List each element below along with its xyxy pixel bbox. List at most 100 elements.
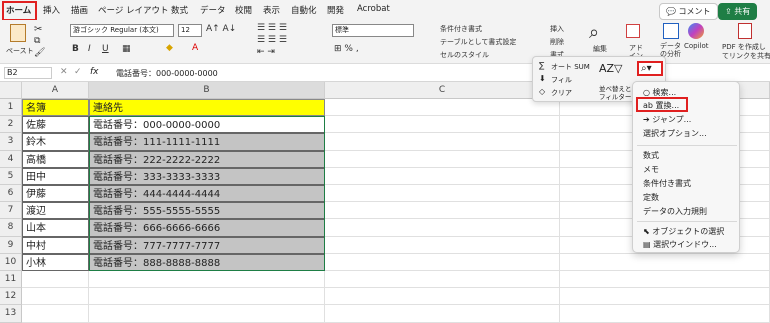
fill-button[interactable]: フィル [551, 75, 572, 85]
menu-jump[interactable]: ➔ ジャンプ... [643, 114, 691, 125]
cell[interactable] [325, 133, 560, 151]
cut-icon[interactable]: ✂ [34, 24, 42, 35]
row-header[interactable]: 9 [0, 236, 22, 254]
tab-acrobat[interactable]: Acrobat [357, 4, 390, 14]
italic-button[interactable]: I [88, 44, 91, 54]
cond-format-button[interactable]: 条件付き書式 [440, 24, 482, 34]
search-icon[interactable]: ⌕ [589, 22, 599, 43]
tab-insert[interactable]: 挿入 [43, 4, 60, 16]
menu-validation[interactable]: データの入力規則 [643, 206, 707, 217]
contact-cell[interactable]: 電話番号：555-5555-5555 [89, 202, 325, 220]
cell[interactable] [325, 116, 560, 134]
row-header[interactable]: 5 [0, 167, 22, 185]
menu-notes[interactable]: メモ [643, 164, 659, 175]
column-header-a[interactable]: A [22, 82, 89, 99]
cell[interactable] [325, 271, 560, 289]
fill-color-icon[interactable]: ◆ [166, 43, 173, 53]
row-header[interactable]: 10 [0, 253, 22, 271]
cell[interactable] [325, 288, 560, 306]
menu-select-objects[interactable]: ⬉ オブジェクトの選択 [643, 226, 724, 237]
contact-cell[interactable]: 電話番号：000-0000-0000 [89, 116, 325, 134]
autosum-icon[interactable]: ∑ [539, 61, 544, 70]
copy-icon[interactable]: ⧉ [34, 36, 40, 46]
cancel-icon[interactable]: ✕ [60, 67, 68, 77]
cell[interactable] [89, 288, 325, 306]
font-name-select[interactable]: 游ゴシック Regular (本文) [70, 24, 174, 37]
cell[interactable] [22, 271, 89, 289]
tab-formulas[interactable]: 数式 [171, 4, 188, 16]
pdf-icon[interactable] [738, 23, 752, 39]
cell[interactable] [560, 305, 770, 323]
menu-constants[interactable]: 定数 [643, 192, 659, 203]
cell[interactable] [89, 271, 325, 289]
name-cell[interactable]: 渡辺 [22, 202, 89, 220]
cell[interactable] [325, 305, 560, 323]
contact-cell[interactable]: 電話番号：444-4444-4444 [89, 185, 325, 203]
contact-cell[interactable]: 電話番号：333-3333-3333 [89, 167, 325, 185]
font-size-select[interactable]: 12 [178, 24, 202, 37]
tab-review[interactable]: 校閲 [235, 4, 252, 16]
cell[interactable] [325, 253, 560, 271]
row-header[interactable]: 7 [0, 202, 22, 220]
row-header[interactable]: 13 [0, 305, 22, 323]
clear-button[interactable]: クリア [551, 88, 572, 98]
cell-a1[interactable]: 名簿 [22, 99, 89, 117]
contact-cell[interactable]: 電話番号：777-7777-7777 [89, 236, 325, 254]
table-format-button[interactable]: テーブルとして書式設定 [440, 37, 516, 47]
column-header-c[interactable]: C [325, 82, 560, 99]
autosum-button[interactable]: オート SUM [551, 62, 590, 72]
cell[interactable] [325, 150, 560, 168]
column-header-b[interactable]: B [89, 82, 325, 99]
formula-content[interactable]: 電話番号：000-0000-0000 [116, 68, 218, 79]
share-button[interactable]: ⇪ 共有 [718, 3, 758, 20]
name-cell[interactable]: 中村 [22, 236, 89, 254]
number-format-select[interactable]: 標準 [332, 24, 414, 37]
name-cell[interactable]: 佐藤 [22, 116, 89, 134]
fill-icon[interactable]: ⬇ [539, 74, 546, 83]
indent-icon[interactable]: ⇤ ⇥ [257, 47, 275, 57]
tab-page-layout[interactable]: ページ レイアウト [98, 4, 169, 16]
row-header[interactable]: 12 [0, 288, 22, 306]
name-cell[interactable]: 高橋 [22, 150, 89, 168]
cell-b1[interactable]: 連絡先 [89, 99, 325, 117]
cell[interactable] [22, 305, 89, 323]
name-cell[interactable]: 伊藤 [22, 185, 89, 203]
row-header[interactable]: 11 [0, 271, 22, 289]
name-box[interactable]: B2 [4, 67, 52, 79]
name-cell[interactable]: 田中 [22, 167, 89, 185]
select-all-corner[interactable] [0, 82, 22, 99]
tab-developer[interactable]: 開発 [327, 4, 344, 16]
bold-button[interactable]: B [72, 44, 79, 54]
clear-icon[interactable]: ◇ [539, 87, 545, 96]
contact-cell[interactable]: 電話番号：222-2222-2222 [89, 150, 325, 168]
confirm-icon[interactable]: ✓ [74, 67, 82, 77]
delete-cells-button[interactable]: 削除 [550, 37, 564, 47]
cell[interactable] [325, 236, 560, 254]
sort-filter-icon[interactable]: AZ▽ [599, 62, 623, 75]
cell[interactable] [325, 167, 560, 185]
copilot-icon[interactable] [688, 23, 704, 39]
name-cell[interactable]: 山本 [22, 219, 89, 237]
menu-formulas[interactable]: 数式 [643, 150, 659, 161]
row-header[interactable]: 3 [0, 133, 22, 151]
tab-view[interactable]: 表示 [263, 4, 280, 16]
format-painter-icon[interactable]: 🖌 [34, 48, 45, 58]
cell[interactable] [325, 202, 560, 220]
cell[interactable] [22, 288, 89, 306]
cell[interactable] [560, 271, 770, 289]
paste-icon[interactable] [10, 24, 26, 42]
fx-icon[interactable]: fx [90, 67, 99, 77]
contact-cell[interactable]: 電話番号：666-6666-6666 [89, 219, 325, 237]
font-color-icon[interactable]: A [192, 43, 198, 53]
border-icon[interactable]: ▦ [122, 44, 131, 54]
tab-automate[interactable]: 自動化 [291, 4, 317, 16]
cell[interactable] [89, 305, 325, 323]
cell-style-button[interactable]: セルのスタイル [440, 50, 489, 60]
row-header[interactable]: 6 [0, 185, 22, 203]
underline-button[interactable]: U [102, 44, 109, 54]
name-cell[interactable]: 鈴木 [22, 133, 89, 151]
font-grow-icon[interactable]: A↑ A↓ [206, 24, 236, 34]
find-select-button[interactable]: ⌕▾ [637, 61, 663, 76]
menu-select-pane[interactable]: ▤ 選択ウインドウ... [643, 239, 717, 250]
cell[interactable] [560, 288, 770, 306]
